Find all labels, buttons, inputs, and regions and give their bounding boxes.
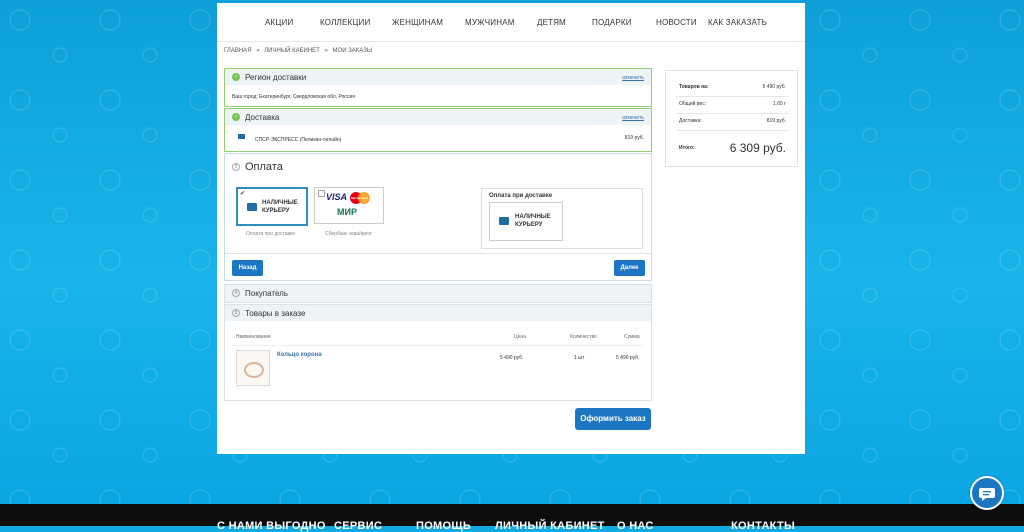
footer-item-help[interactable]: ПОМОЩЬ: [416, 520, 471, 532]
breadcrumb-separator: »: [256, 48, 260, 54]
divider: [232, 345, 644, 346]
footer-item-account[interactable]: ЛИЧНЫЙ КАБИНЕТ: [495, 520, 605, 532]
summary-goods-value: 5 490 руб.: [762, 84, 786, 90]
items-section: 5 Товары в заказе Наименование Цена Коли…: [224, 304, 652, 401]
payment-option-cash-caption: Оплата при доставке: [246, 231, 296, 237]
nav-item-kids[interactable]: ДЕТЯМ: [537, 18, 566, 27]
wallet-icon: [499, 217, 509, 225]
nav-item-collections[interactable]: КОЛЛЕКЦИИ: [320, 18, 370, 27]
buyer-section[interactable]: 4 Покупатель: [224, 284, 652, 303]
order-summary: Товаров на: 5 490 руб. Общий вес: 1.65 г…: [665, 70, 798, 167]
payment-selected-title: Оплата при доставке: [489, 193, 553, 199]
summary-total: Итого: 6 309 руб.: [679, 141, 786, 155]
nav-item-men[interactable]: МУЖЧИНАМ: [465, 18, 515, 27]
region-title: Регион доставки: [245, 73, 307, 82]
breadcrumb: ГЛАВНАЯ » ЛИЧНЫЙ КАБИНЕТ » МОИ ЗАКАЗЫ: [224, 48, 375, 54]
col-name-header: Наименование: [236, 334, 271, 340]
delivery-change-link[interactable]: изменить: [622, 115, 644, 121]
payment-selected-label: НАЛИЧНЫЕ КУРЬЕРУ: [515, 213, 551, 229]
submit-order-button[interactable]: Оформить заказ: [575, 408, 651, 430]
col-sum-header: Сумма: [624, 334, 640, 340]
mir-logo: МИР: [337, 207, 357, 217]
delivery-price: 819 руб.: [624, 135, 644, 141]
nav-item-how-to-order[interactable]: КАК ЗАКАЗАТЬ: [708, 18, 767, 27]
summary-delivery-label: Доставка:: [679, 118, 702, 124]
breadcrumb-home[interactable]: ГЛАВНАЯ: [224, 48, 252, 54]
step-done-icon: ✓: [232, 113, 240, 121]
divider: [225, 253, 651, 254]
footer-item-benefits[interactable]: С НАМИ ВЫГОДНО: [217, 520, 326, 532]
col-qty-header: Количество: [570, 334, 597, 340]
payment-option-card-caption: Сбербанк эквайринг: [325, 231, 372, 237]
product-thumbnail[interactable]: [236, 350, 270, 386]
breadcrumb-orders[interactable]: МОИ ЗАКАЗЫ: [333, 48, 373, 54]
footer-item-contacts[interactable]: КОНТАКТЫ: [731, 520, 795, 532]
col-price-header: Цена: [514, 334, 527, 340]
items-header: 5 Товары в заказе: [225, 305, 651, 321]
buyer-title: Покупатель: [245, 289, 288, 298]
summary-delivery: Доставка: 819 руб.: [679, 118, 786, 124]
footer-item-about[interactable]: О НАС: [617, 520, 654, 532]
footer: С НАМИ ВЫГОДНО СЕРВИС ПОМОЩЬ ЛИЧНЫЙ КАБИ…: [0, 504, 1024, 532]
product-price: 5 490 руб.: [500, 355, 524, 361]
breadcrumb-separator: »: [324, 48, 328, 54]
step-done-icon: ✓: [232, 73, 240, 81]
payment-option-cash-line2: КУРЬЕРУ: [262, 208, 290, 214]
summary-total-label: Итого:: [679, 145, 695, 151]
checkbox-empty[interactable]: [318, 190, 325, 197]
divider: [676, 130, 789, 131]
back-button[interactable]: Назад: [232, 260, 263, 276]
delivery-title: Доставка: [245, 113, 280, 122]
divider: [676, 113, 789, 114]
items-title: Товары в заказе: [245, 309, 306, 318]
visa-logo: VISA: [326, 192, 348, 202]
summary-weight: Общий вес: 1.65 г: [679, 101, 786, 107]
wallet-icon: [247, 203, 257, 211]
nav-item-sales[interactable]: АКЦИИ: [265, 18, 293, 27]
summary-delivery-value: 819 руб.: [766, 118, 786, 124]
summary-weight-value: 1.65 г: [773, 101, 786, 107]
top-navigation: АКЦИИ КОЛЛЕКЦИИ ЖЕНЩИНАМ МУЖЧИНАМ ДЕТЯМ …: [217, 3, 805, 42]
chat-button[interactable]: [970, 476, 1004, 510]
payment-option-cash-label: НАЛИЧНЫЕ КУРЬЕРУ: [262, 199, 298, 215]
region-change-link[interactable]: изменить: [622, 75, 644, 81]
nav-item-gifts[interactable]: ПОДАРКИ: [592, 18, 632, 27]
next-button[interactable]: Далее: [614, 260, 645, 276]
payment-title: Оплата: [245, 161, 283, 173]
summary-weight-label: Общий вес:: [679, 101, 707, 107]
step-number: 3: [232, 163, 240, 171]
payment-selected-line1: НАЛИЧНЫЕ: [515, 214, 551, 220]
region-header: ✓ Регион доставки изменить: [225, 69, 651, 85]
product-name-link[interactable]: Кольцо корона: [277, 352, 322, 358]
payment-option-cash-line1: НАЛИЧНЫЕ: [262, 200, 298, 206]
payment-option-card[interactable]: VISA MasterCard МИР: [314, 187, 384, 224]
nav-item-women[interactable]: ЖЕНЩИНАМ: [392, 18, 443, 27]
truck-icon: [238, 134, 245, 139]
payment-selected-method: НАЛИЧНЫЕ КУРЬЕРУ: [489, 202, 563, 241]
summary-goods: Товаров на: 5 490 руб.: [679, 84, 786, 90]
ring-image: [244, 362, 264, 378]
payment-option-cash-courier[interactable]: ✔ НАЛИЧНЫЕ КУРЬЕРУ: [236, 187, 308, 226]
delivery-service: СПСР-ЭКСПРЕСС (Пеликан-онлайн): [255, 137, 342, 143]
delivery-section: ✓ Доставка изменить СПСР-ЭКСПРЕСС (Пелик…: [224, 108, 652, 152]
payment-selected-line2: КУРЬЕРУ: [515, 222, 543, 228]
payment-selected-panel: Оплата при доставке НАЛИЧНЫЕ КУРЬЕРУ: [481, 188, 643, 249]
checkbox-checked-icon: ✔: [240, 191, 246, 197]
delivery-header: ✓ Доставка изменить: [225, 109, 651, 125]
breadcrumb-account[interactable]: ЛИЧНЫЙ КАБИНЕТ: [264, 48, 320, 54]
payment-section: 3 Оплата ✔ НАЛИЧНЫЕ КУРЬЕРУ Оплата при д…: [224, 153, 652, 281]
step-number: 4: [232, 289, 240, 297]
chat-icon: [979, 488, 995, 501]
region-section: ✓ Регион доставки изменить Ваш город: Ек…: [224, 68, 652, 107]
nav-item-news[interactable]: НОВОСТИ: [656, 18, 697, 27]
mastercard-text: MasterCard: [351, 196, 368, 200]
step-number: 5: [232, 309, 240, 317]
region-city-text: Ваш город: Екатеринбург, Свердловская об…: [232, 94, 355, 100]
product-qty: 1 шт: [574, 355, 585, 361]
divider: [676, 96, 789, 97]
footer-item-service[interactable]: СЕРВИС: [334, 520, 382, 532]
summary-total-value: 6 309 руб.: [729, 141, 786, 155]
product-sum: 5 490 руб.: [616, 355, 640, 361]
summary-goods-label: Товаров на:: [679, 84, 709, 90]
